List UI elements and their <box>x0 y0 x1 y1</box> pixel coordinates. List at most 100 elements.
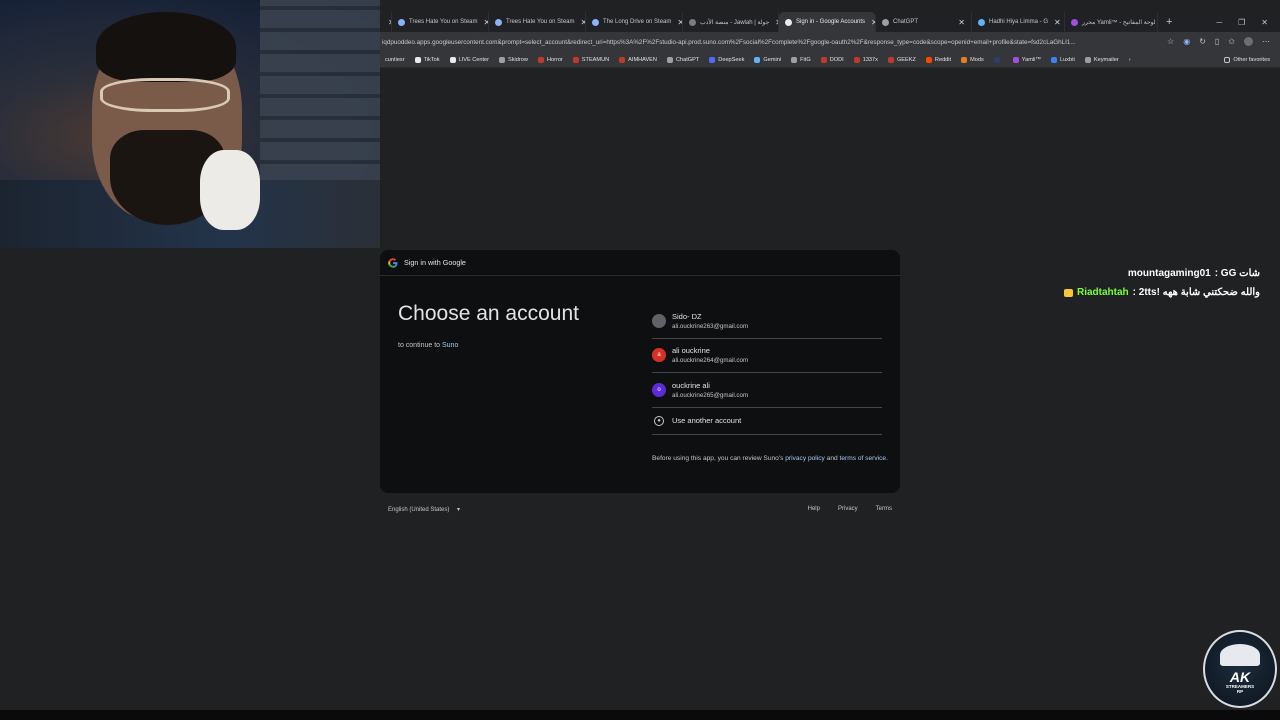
bookmark-mods[interactable]: Mods <box>956 56 989 63</box>
bookmark-reddit[interactable]: Reddit <box>921 56 956 63</box>
tab-2[interactable]: Trees Hate You on Steam✕ <box>489 12 586 32</box>
policy-prefix: Before using this app, you can review Su… <box>652 455 784 462</box>
bookmark-keymailer[interactable]: Keymailer <box>1080 56 1124 63</box>
tab-7[interactable]: Hadhi Hiya Limma - G ✕ <box>972 12 1065 32</box>
account-text: ouckrine ali ali.ouckrine265@gmail.com <box>672 381 748 399</box>
account-item[interactable]: Sido- DZ ali.ouckrine263@gmail.com <box>652 304 882 339</box>
terms-of-service-link[interactable]: terms of service <box>840 455 887 462</box>
profile-icon[interactable] <box>1244 36 1253 48</box>
tab-label: ChatGPT <box>893 19 919 25</box>
close-icon[interactable]: ✕ <box>1048 18 1061 27</box>
bookmark-label: GEEKZ <box>896 56 916 63</box>
bookmarks-overflow-chevron-icon[interactable]: › <box>1124 57 1136 63</box>
close-icon[interactable]: ✕ <box>769 18 778 27</box>
minimize-icon[interactable]: ─ <box>1216 18 1222 27</box>
close-icon[interactable]: ✕ <box>382 18 391 27</box>
other-favorites[interactable]: Other favorites <box>1219 56 1280 63</box>
window-controls: ─ ❐ ✕ <box>1216 18 1280 27</box>
close-icon[interactable]: ✕ <box>575 18 586 27</box>
chat-username: Riadtahtah <box>1077 287 1129 298</box>
fitg-icon <box>791 56 798 63</box>
streamer-hair <box>96 12 236 82</box>
account-list: Sido- DZ ali.ouckrine263@gmail.com a ali… <box>652 304 882 435</box>
bookmark-live-center[interactable]: LIVE Center <box>445 56 494 63</box>
account-name: ouckrine ali <box>672 380 710 390</box>
privacy-link[interactable]: Privacy <box>838 506 858 512</box>
bookmark-deepseek[interactable]: DeepSeek <box>704 56 749 63</box>
bookmark-horror[interactable]: Horror <box>533 56 568 63</box>
steamun-icon <box>572 56 579 63</box>
bookmark-label: 1337x <box>862 56 878 63</box>
tab-label: Trees Hate You on Steam <box>506 19 575 25</box>
url-field[interactable]: iqdpuoddeo.apps.googleusercontent.com&pr… <box>380 39 1150 46</box>
webcam-overlay <box>0 0 380 248</box>
star-icon[interactable]: ☆ <box>1167 37 1174 48</box>
bookmark-tiktok[interactable]: TikTok <box>410 56 445 63</box>
app-link[interactable]: Suno <box>442 342 458 349</box>
footer-links: Help Privacy Terms <box>808 506 892 512</box>
use-another-account-button[interactable]: ● Use another account <box>652 408 882 435</box>
bookmark-1337x[interactable]: 1337x <box>849 56 883 63</box>
steam-icon <box>398 18 405 26</box>
chat-text: : GG شات <box>1214 268 1260 279</box>
bookmark-label: ChatGPT <box>675 56 700 63</box>
bookmark-skidrow[interactable]: Skidrow <box>494 56 533 63</box>
policy-text: Before using this app, you can review Su… <box>652 454 888 464</box>
tab-yamli[interactable]: محرر Yamli™ - لوحة المفاتيح✕ <box>1065 12 1158 32</box>
tab-google-signin[interactable]: Sign in - Google Accounts✕ <box>779 12 876 32</box>
eagle-icon <box>1220 644 1260 666</box>
bookmark-geekz[interactable]: GEEKZ <box>883 56 921 63</box>
close-icon[interactable]: ✕ <box>865 18 875 27</box>
bookmark-aimhaven[interactable]: AIMHAVEN <box>614 56 662 63</box>
bookmark-steamun[interactable]: STEAMUN <box>568 56 614 63</box>
bookmark-yamli[interactable]: Yamli™ <box>1008 56 1046 63</box>
account-name: ali ouckrine <box>672 346 710 356</box>
bookmark-chatgpt[interactable]: ChatGPT <box>662 56 704 63</box>
tab-label: Sign in - Google Accounts <box>796 19 866 25</box>
skidrow-icon <box>499 56 506 63</box>
chatgpt-icon <box>666 56 673 63</box>
account-item[interactable]: o ouckrine ali ali.ouckrine265@gmail.com <box>652 373 882 408</box>
window-close-icon[interactable]: ✕ <box>1261 18 1268 27</box>
bookmark-0[interactable]: cuntiesr <box>380 57 410 63</box>
close-icon[interactable]: ✕ <box>478 18 489 27</box>
reddit-icon <box>925 56 932 63</box>
account-email: ali.ouckrine265@gmail.com <box>672 391 749 399</box>
tab-chatgpt[interactable]: ChatGPT ✕ <box>876 12 972 32</box>
bookmark-fitg[interactable]: FitG <box>786 56 816 63</box>
bookmark-icon <box>993 56 1000 63</box>
privacy-policy-link[interactable]: privacy policy <box>785 455 825 462</box>
bookmark-label: TikTok <box>423 56 440 63</box>
account-item[interactable]: a ali ouckrine ali.ouckrine264@gmail.com <box>652 339 882 373</box>
bookmark-gemini[interactable]: Gemini <box>749 56 786 63</box>
stream-chat-overlay: mountagaming01 : GG شات Riadtahtah : 2tt… <box>1064 264 1260 302</box>
bookmarks-bar: cuntiesr TikTok LIVE Center Skidrow Horr… <box>380 52 1280 68</box>
bookmark-16[interactable] <box>989 56 1008 63</box>
use-another-label: Use another account <box>672 416 742 425</box>
subtitle-prefix: to continue to <box>398 342 441 349</box>
bookmark-label: Yamli™ <box>1021 56 1041 63</box>
bookmark-dodi[interactable]: DODI <box>816 56 849 63</box>
gemini-icon <box>754 56 761 63</box>
restore-icon[interactable]: ❐ <box>1238 18 1245 27</box>
luxbit-icon <box>1050 56 1057 63</box>
extension-icon[interactable]: ◉ <box>1183 37 1190 48</box>
favorites-icon[interactable]: ✩ <box>1228 37 1235 48</box>
google-icon <box>785 18 792 26</box>
tab-3[interactable]: The Long Drive on Steam✕ <box>586 12 683 32</box>
help-link[interactable]: Help <box>808 506 820 512</box>
language-select[interactable]: English (United States) ▾ <box>388 506 460 513</box>
tab-0[interactable]: ✕ <box>380 12 392 32</box>
avatar: o <box>652 382 666 397</box>
close-icon[interactable]: ✕ <box>671 18 682 27</box>
user-circle-icon: ● <box>654 415 664 426</box>
tab-4[interactable]: منصة الأدب - Jawlah | جولة✕ <box>683 12 779 32</box>
new-tab-button[interactable]: + <box>1158 16 1180 28</box>
bookmark-luxbit[interactable]: Luxbit <box>1046 56 1080 63</box>
refresh-icon[interactable]: ↻ <box>1199 37 1206 48</box>
terms-link[interactable]: Terms <box>876 506 892 512</box>
split-icon[interactable]: ▯ <box>1215 37 1219 48</box>
tab-1[interactable]: Trees Hate You on Steam✕ <box>392 12 489 32</box>
close-icon[interactable]: ✕ <box>952 18 965 27</box>
menu-icon[interactable]: ⋯ <box>1262 37 1270 48</box>
